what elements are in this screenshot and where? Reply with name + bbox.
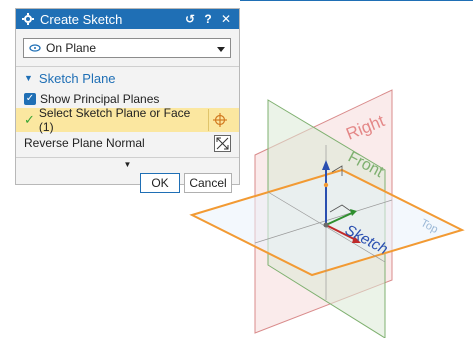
dialog-titlebar[interactable]: Create Sketch ↺ ? ✕ xyxy=(16,9,239,29)
sketch-type-value: On Plane xyxy=(46,40,97,55)
select-sketch-plane-label: Select Sketch Plane or Face (1) xyxy=(38,106,191,134)
help-icon[interactable]: ? xyxy=(201,12,215,26)
type-row: On Plane xyxy=(16,29,239,67)
section-title: Sketch Plane xyxy=(38,70,116,86)
create-sketch-dialog: Create Sketch ↺ ? ✕ On Plane ▼ Sketch Pl… xyxy=(15,8,240,193)
select-sketch-plane-row[interactable]: ✓ Select Sketch Plane or Face (1) xyxy=(16,106,239,134)
on-plane-icon xyxy=(29,41,41,55)
close-icon[interactable]: ✕ xyxy=(219,12,233,26)
check-icon: ✓ xyxy=(24,112,35,127)
collapse-triangle-icon: ▼ xyxy=(24,73,33,83)
sketch-plane-section-header[interactable]: ▼ Sketch Plane xyxy=(16,67,239,89)
dialog-buttons: OK Cancel xyxy=(16,170,239,193)
reset-icon[interactable]: ↺ xyxy=(183,12,197,26)
cancel-button[interactable]: Cancel xyxy=(184,173,232,193)
more-options-expander[interactable]: ▼ xyxy=(16,157,239,170)
gear-icon xyxy=(22,13,34,25)
sketch-type-select[interactable]: On Plane xyxy=(23,37,231,58)
show-principal-planes-checkbox[interactable]: ✓ xyxy=(24,92,36,105)
reverse-plane-normal-label: Reverse Plane Normal xyxy=(24,136,145,150)
crosshair-icon[interactable] xyxy=(208,109,231,131)
chevron-down-icon: ▼ xyxy=(123,159,132,169)
reverse-plane-normal-row: Reverse Plane Normal xyxy=(16,132,239,154)
ok-button[interactable]: OK xyxy=(140,173,180,193)
show-principal-planes-label: Show Principal Planes xyxy=(40,91,160,106)
reverse-direction-icon[interactable] xyxy=(214,134,231,152)
dialog-title: Create Sketch xyxy=(40,11,123,27)
window-border xyxy=(240,0,473,1)
chevron-down-icon xyxy=(217,41,225,55)
